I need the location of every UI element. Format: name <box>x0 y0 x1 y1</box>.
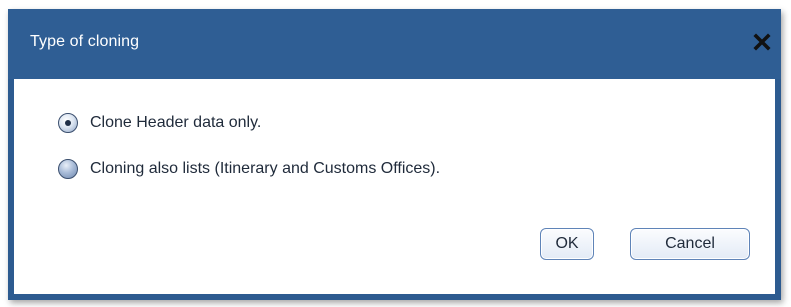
dialog-titlebar: Type of cloning <box>8 9 781 79</box>
option-clone-header-only[interactable]: Clone Header data only. <box>58 113 261 133</box>
radio-selected-icon[interactable] <box>58 113 78 133</box>
dialog-title: Type of cloning <box>30 33 140 50</box>
cancel-button[interactable]: Cancel <box>630 228 750 260</box>
close-icon-graphic <box>753 33 771 51</box>
option-label: Clone Header data only. <box>90 114 262 131</box>
radio-dot <box>65 120 71 126</box>
radio-unselected-icon[interactable] <box>58 159 78 179</box>
option-clone-lists[interactable]: Cloning also lists (Itinerary and Custom… <box>58 159 440 179</box>
clone-type-dialog: Type of cloning Clone Header data only. … <box>8 9 781 300</box>
dialog-body: Clone Header data only. Cloning also lis… <box>14 79 775 294</box>
ok-button[interactable]: OK <box>540 228 594 260</box>
option-label: Cloning also lists (Itinerary and Custom… <box>90 160 441 177</box>
close-icon[interactable] <box>749 29 775 55</box>
